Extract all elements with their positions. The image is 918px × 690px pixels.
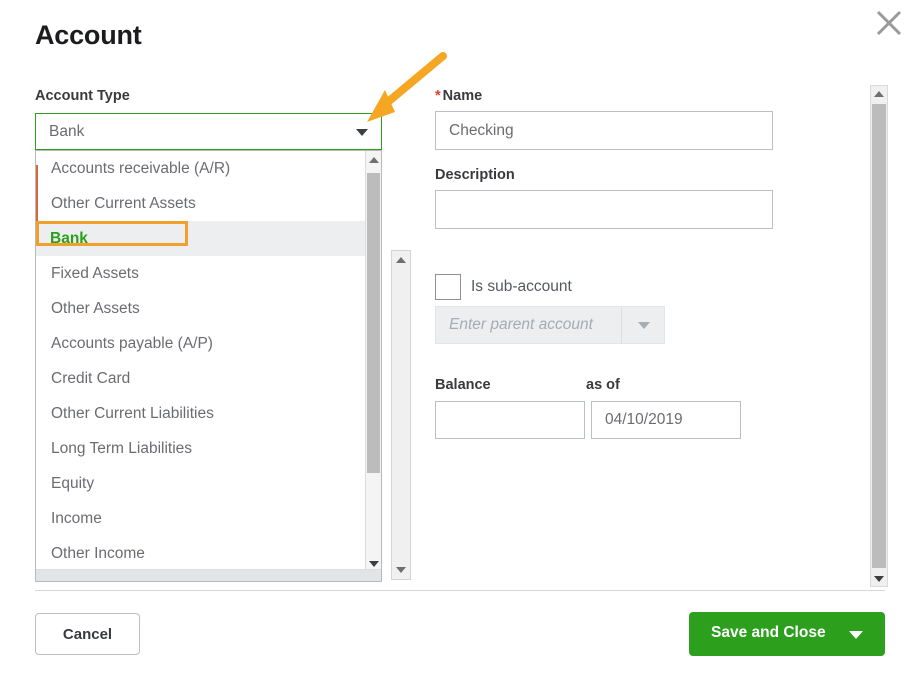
name-label-text: Name <box>442 88 483 104</box>
background-scrollbar[interactable] <box>391 250 411 580</box>
save-and-close-button[interactable]: Save and Close <box>689 612 885 656</box>
as-of-label: as of <box>586 377 620 393</box>
is-sub-account-label: Is sub-account <box>471 278 572 295</box>
list-item[interactable]: Other Current Liabilities <box>36 396 365 431</box>
scroll-up-arrow-icon[interactable] <box>874 91 884 97</box>
description-label: Description <box>435 167 515 183</box>
scroll-down-arrow-icon[interactable] <box>368 561 379 567</box>
scroll-up-arrow-icon[interactable] <box>396 257 406 263</box>
list-item-selected[interactable]: Bank <box>36 221 365 256</box>
modal-scrollbar[interactable] <box>870 85 888 587</box>
as-of-date-input[interactable] <box>591 401 741 439</box>
is-sub-account-checkbox[interactable] <box>435 274 461 300</box>
scroll-down-arrow-icon[interactable] <box>396 567 406 573</box>
name-input[interactable] <box>435 111 773 150</box>
save-and-close-label: Save and Close <box>711 624 826 641</box>
list-item-label: Bank <box>36 221 188 247</box>
list-item[interactable]: Other Assets <box>36 291 365 326</box>
chevron-down-icon <box>638 322 650 329</box>
parent-account-divider <box>621 307 622 343</box>
list-item[interactable]: Fixed Assets <box>36 256 365 291</box>
dropdown-vertical-scrollbar[interactable] <box>365 151 381 569</box>
list-item[interactable]: Other Current Assets <box>36 186 365 221</box>
name-label: * Name <box>435 88 482 104</box>
scrollbar-thumb[interactable] <box>872 104 886 568</box>
dropdown-horizontal-scrollbar[interactable] <box>36 569 381 581</box>
list-item[interactable]: Accounts payable (A/P) <box>36 326 365 361</box>
cancel-button[interactable]: Cancel <box>35 613 140 655</box>
list-item[interactable]: Long Term Liabilities <box>36 431 365 466</box>
page-title: Account <box>35 20 142 50</box>
account-type-selected-value: Bank <box>49 123 85 140</box>
list-item[interactable]: Other Income <box>36 536 365 571</box>
parent-account-placeholder: Enter parent account <box>449 316 593 333</box>
list-item[interactable]: Equity <box>36 466 365 501</box>
list-item[interactable]: Accounts receivable (A/R) <box>36 151 365 186</box>
scrollbar-thumb[interactable] <box>367 173 380 473</box>
close-icon <box>872 6 906 40</box>
list-item[interactable]: Credit Card <box>36 361 365 396</box>
footer-divider <box>35 590 885 591</box>
balance-label: Balance <box>435 377 491 393</box>
chevron-down-icon[interactable] <box>849 631 863 639</box>
list-item[interactable]: Income <box>36 501 365 536</box>
scroll-up-arrow-icon[interactable] <box>368 157 379 163</box>
description-input[interactable] <box>435 190 773 229</box>
account-type-dropdown[interactable]: Accounts receivable (A/R) Other Current … <box>35 150 382 582</box>
account-type-label: Account Type <box>35 88 130 104</box>
account-type-select[interactable]: Bank <box>35 113 382 150</box>
chevron-down-icon <box>356 129 368 136</box>
balance-input[interactable] <box>435 401 585 439</box>
required-marker: * <box>435 88 441 104</box>
account-type-option-list: Accounts receivable (A/R) Other Current … <box>36 151 365 569</box>
parent-account-select[interactable]: Enter parent account <box>435 306 665 344</box>
scroll-down-arrow-icon[interactable] <box>874 576 884 582</box>
close-button[interactable] <box>872 6 906 40</box>
